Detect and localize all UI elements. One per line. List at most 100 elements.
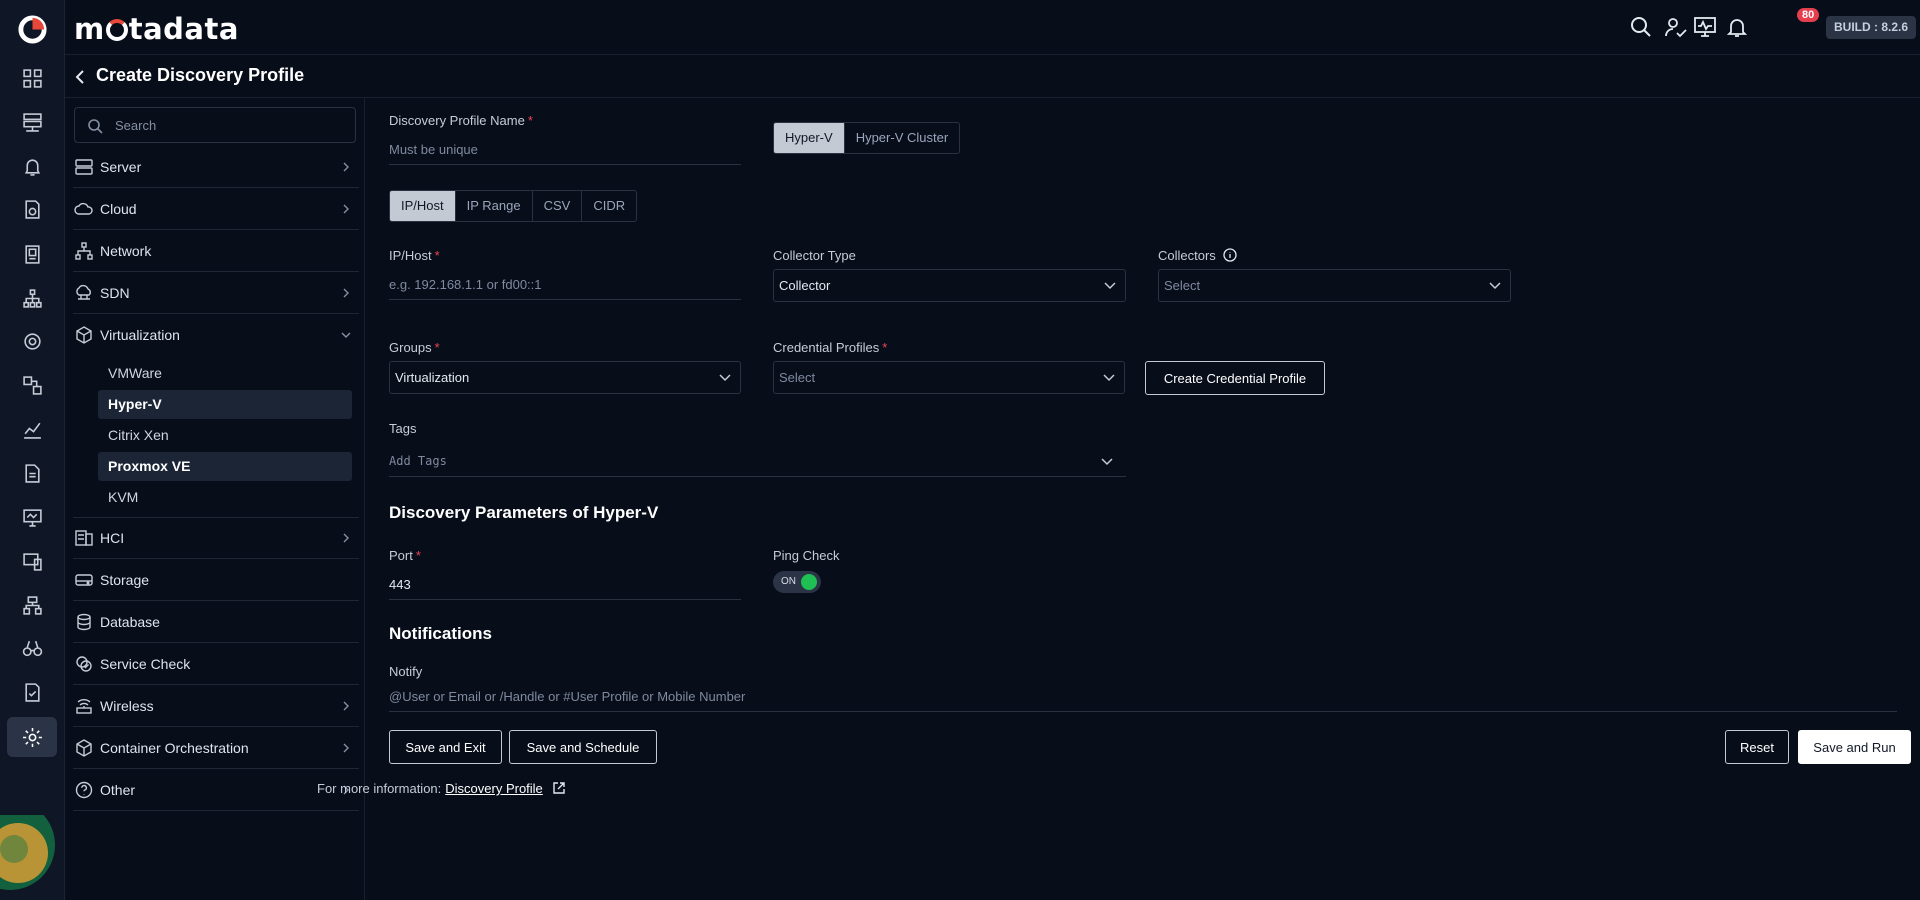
metrics-icon[interactable] bbox=[14, 411, 50, 447]
chevron-right-icon bbox=[343, 533, 349, 543]
category-hci[interactable]: HCI bbox=[73, 517, 359, 559]
settings-icon[interactable] bbox=[7, 717, 57, 757]
credential-profiles-select[interactable]: Select bbox=[773, 361, 1125, 394]
notifications-heading: Notifications bbox=[389, 624, 492, 643]
tab-csv[interactable]: CSV bbox=[533, 191, 583, 221]
subcategory-citrix-xen[interactable]: Citrix Xen bbox=[98, 421, 352, 450]
audit-icon[interactable] bbox=[14, 674, 50, 710]
tab-ip-host[interactable]: IP/Host bbox=[390, 191, 456, 221]
back-arrow-icon[interactable] bbox=[73, 68, 87, 86]
server-rack-icon[interactable] bbox=[14, 104, 50, 140]
profile-type-tabs: Hyper-V Hyper-V Cluster bbox=[773, 122, 961, 154]
reset-button[interactable]: Reset bbox=[1725, 730, 1789, 764]
collectors-label: Collectors bbox=[1158, 248, 1238, 263]
external-link-icon[interactable] bbox=[552, 781, 566, 795]
info-icon[interactable] bbox=[1223, 248, 1238, 262]
container-icon bbox=[74, 738, 94, 758]
more-info-text: For more information: bbox=[317, 781, 442, 796]
chevron-down-icon bbox=[1101, 458, 1113, 466]
cloud-icon bbox=[74, 199, 94, 219]
screen-icon[interactable] bbox=[14, 499, 50, 535]
ping-check-toggle[interactable]: ON bbox=[773, 571, 821, 593]
subcategory-kvm[interactable]: KVM bbox=[98, 483, 352, 512]
subcategory-hyper-v[interactable]: Hyper-V bbox=[98, 390, 352, 419]
category-server[interactable]: Server bbox=[73, 146, 359, 188]
monitor-icon[interactable] bbox=[14, 323, 50, 359]
report-icon[interactable] bbox=[14, 455, 50, 491]
category-label: Other bbox=[100, 781, 136, 798]
collectors-select[interactable]: Select bbox=[1158, 269, 1511, 302]
save-and-exit-button[interactable]: Save and Exit bbox=[389, 730, 502, 764]
category-label: Service Check bbox=[100, 655, 191, 672]
ip-host-input[interactable]: e.g. 192.168.1.1 or fd00::1 bbox=[389, 269, 741, 300]
inventory-icon[interactable] bbox=[14, 236, 50, 272]
notify-label: Notify bbox=[389, 664, 423, 679]
port-input[interactable]: 443 bbox=[389, 569, 741, 600]
binoculars-icon[interactable] bbox=[14, 630, 50, 666]
dashboard-icon[interactable] bbox=[14, 60, 50, 96]
category-virtualization[interactable]: Virtualization bbox=[73, 314, 359, 356]
tab-cidr[interactable]: CIDR bbox=[582, 191, 636, 221]
build-version-badge: BUILD : 8.2.6 bbox=[1826, 16, 1917, 39]
category-sdn[interactable]: SDN bbox=[73, 272, 359, 314]
category-label: Network bbox=[100, 242, 152, 259]
bell-icon[interactable] bbox=[14, 148, 50, 184]
category-label: SDN bbox=[100, 284, 130, 301]
collector-type-select[interactable]: Collector bbox=[773, 269, 1126, 302]
chevron-down-icon bbox=[1103, 374, 1115, 382]
app-logo-icon[interactable] bbox=[17, 14, 48, 45]
tab-ip-range[interactable]: IP Range bbox=[456, 191, 533, 221]
category-search[interactable] bbox=[74, 107, 356, 143]
topology-icon[interactable] bbox=[14, 280, 50, 316]
tab-hyper-v[interactable]: Hyper-V bbox=[774, 123, 845, 153]
discovery-profile-link[interactable]: Discovery Profile bbox=[445, 781, 543, 796]
category-label: Storage bbox=[100, 571, 150, 588]
save-and-schedule-button[interactable]: Save and Schedule bbox=[509, 730, 657, 764]
category-cloud[interactable]: Cloud bbox=[73, 188, 359, 230]
discovery-category-panel: Server Cloud Network SDN Virtualization … bbox=[65, 98, 365, 900]
category-container-orchestration[interactable]: Container Orchestration bbox=[73, 727, 359, 769]
category-network[interactable]: Network bbox=[73, 230, 359, 272]
category-wireless[interactable]: Wireless bbox=[73, 685, 359, 727]
notification-bell-icon[interactable] bbox=[1725, 15, 1749, 39]
cube-icon bbox=[74, 325, 94, 345]
tags-input[interactable]: Add Tags bbox=[389, 446, 1126, 477]
collector-type-value: Collector bbox=[779, 278, 831, 293]
wireless-icon bbox=[74, 696, 94, 716]
profile-name-label: Discovery Profile Name * bbox=[389, 113, 533, 128]
groups-select[interactable]: Virtualization bbox=[389, 361, 741, 394]
tab-hyper-v-cluster[interactable]: Hyper-V Cluster bbox=[845, 123, 959, 153]
credential-profiles-placeholder: Select bbox=[779, 370, 816, 385]
category-label: Cloud bbox=[100, 200, 137, 217]
category-label: HCI bbox=[100, 529, 125, 546]
category-database[interactable]: Database bbox=[73, 601, 359, 643]
search-input[interactable] bbox=[115, 108, 345, 142]
subcategory-vmware[interactable]: VMWare bbox=[98, 359, 352, 388]
flow-icon[interactable] bbox=[14, 367, 50, 403]
user-check-icon[interactable] bbox=[1664, 15, 1688, 39]
top-header: mtadata 80 BUILD : 8.2.6 MA bbox=[65, 0, 1920, 55]
save-and-run-button[interactable]: Save and Run bbox=[1798, 730, 1911, 764]
decorative-shape-icon bbox=[0, 815, 55, 890]
create-credential-profile-button[interactable]: Create Credential Profile bbox=[1145, 361, 1325, 395]
category-label: Virtualization bbox=[100, 327, 180, 343]
category-storage[interactable]: Storage bbox=[73, 559, 359, 601]
subcategory-proxmox-ve[interactable]: Proxmox VE bbox=[98, 452, 352, 481]
question-circle-icon bbox=[74, 780, 94, 800]
chevron-right-icon bbox=[343, 701, 349, 711]
notify-input[interactable]: @User or Email or /Handle or #User Profi… bbox=[389, 681, 1897, 712]
category-label: Database bbox=[100, 613, 160, 630]
discovery-parameters-heading: Discovery Parameters of Hyper-V bbox=[389, 503, 659, 522]
input-method-tabs: IP/Host IP Range CSV CIDR bbox=[389, 190, 638, 222]
chevron-down-icon bbox=[1489, 282, 1501, 290]
brand-logo[interactable]: m tadata bbox=[74, 12, 239, 46]
search-icon[interactable] bbox=[1629, 15, 1653, 39]
profile-name-input[interactable]: Must be unique bbox=[389, 134, 741, 165]
service-check-icon bbox=[74, 654, 94, 674]
apm-icon[interactable] bbox=[14, 543, 50, 579]
category-service-check[interactable]: Service Check bbox=[73, 643, 359, 685]
network-map-icon[interactable] bbox=[14, 587, 50, 623]
alert-config-icon[interactable] bbox=[14, 191, 50, 227]
tags-placeholder: Add Tags bbox=[389, 454, 447, 468]
monitor-pulse-icon[interactable] bbox=[1693, 15, 1717, 39]
